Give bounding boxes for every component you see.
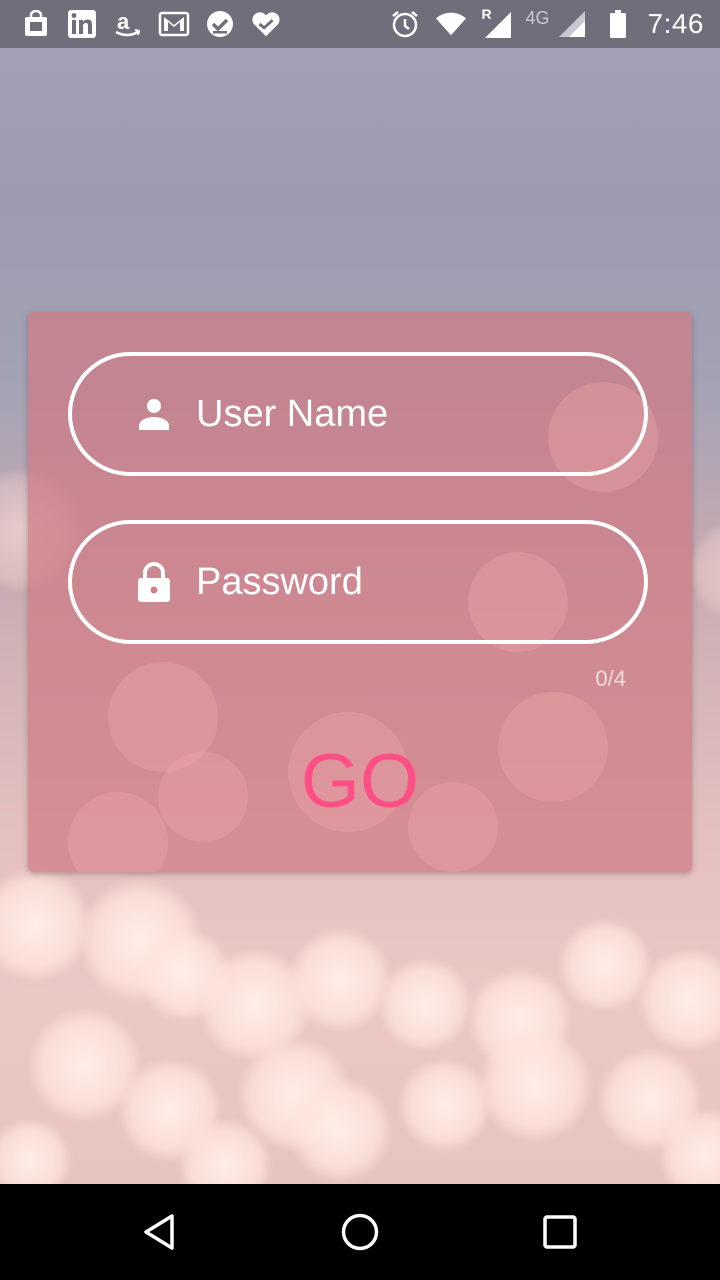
signal-icon (556, 8, 588, 40)
clock: 7:46 (647, 8, 704, 39)
check-circle-icon (204, 8, 236, 40)
network-type-label: 4G (525, 7, 550, 28)
amazon-icon: a (112, 8, 144, 40)
password-field[interactable] (68, 520, 685, 644)
bokeh-light (290, 1080, 390, 1180)
back-icon (144, 1214, 174, 1250)
notification-icons: a (20, 8, 282, 40)
back-button[interactable] (136, 1208, 184, 1256)
bokeh-light (0, 870, 90, 980)
bokeh-light (690, 520, 720, 620)
recents-button[interactable] (536, 1208, 584, 1256)
bokeh-light (68, 792, 168, 872)
heart-check-icon (250, 8, 282, 40)
gmail-icon (158, 8, 190, 40)
bokeh-light (640, 950, 720, 1050)
lock-icon (136, 562, 172, 602)
bokeh-light (560, 920, 650, 1010)
bokeh-light (158, 752, 248, 842)
status-bar: a R 4G 7:46 (0, 0, 720, 48)
username-input[interactable] (196, 384, 685, 444)
shopping-bag-icon (20, 8, 52, 40)
bokeh-light (380, 960, 470, 1050)
username-field[interactable] (68, 352, 685, 476)
user-icon (136, 394, 172, 434)
battery-icon (602, 8, 634, 40)
navigation-bar (0, 1184, 720, 1280)
svg-text:a: a (117, 9, 130, 34)
password-length-counter: 0/4 (595, 666, 626, 691)
system-icons: R 4G 7:46 (389, 6, 704, 42)
login-card: 0/4 GO (28, 312, 692, 872)
home-button[interactable] (336, 1208, 384, 1256)
alarm-icon (389, 8, 421, 40)
bokeh-light (400, 1060, 490, 1150)
go-button[interactable]: GO (260, 732, 460, 832)
signal-roaming-icon: R (481, 6, 512, 40)
password-input[interactable] (196, 552, 685, 612)
bokeh-light (290, 930, 390, 1030)
bokeh-light (498, 692, 608, 802)
wifi-icon (435, 8, 467, 40)
home-icon (341, 1213, 379, 1251)
linkedin-icon (66, 8, 98, 40)
recents-icon (543, 1215, 577, 1249)
bokeh-light (480, 1030, 590, 1140)
